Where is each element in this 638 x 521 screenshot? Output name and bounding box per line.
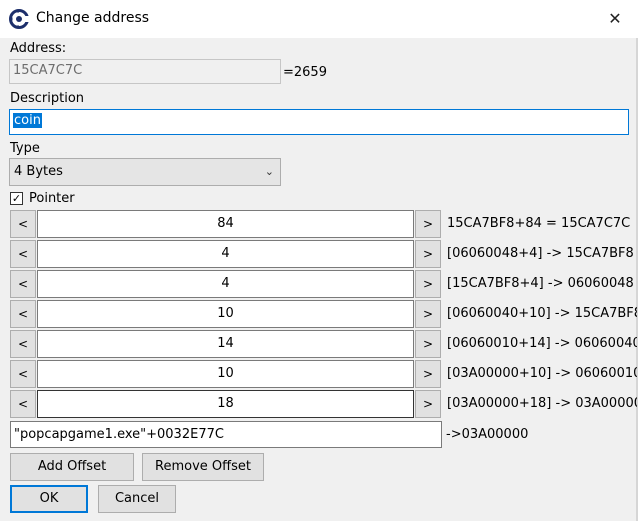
offset-decrease-button[interactable]: < bbox=[10, 330, 36, 358]
offset-field[interactable]: 18 bbox=[37, 390, 414, 418]
offset-decrease-button[interactable]: < bbox=[10, 240, 36, 268]
offset-decrease-button[interactable]: < bbox=[10, 300, 36, 328]
ok-button[interactable]: OK bbox=[10, 485, 88, 513]
offset-result: [06060040+10] -> 15CA7BF8 bbox=[447, 306, 637, 321]
checkmark-icon: ✓ bbox=[11, 192, 22, 205]
offset-field[interactable]: 4 bbox=[37, 240, 414, 268]
offset-increase-button[interactable]: > bbox=[415, 240, 441, 268]
window-title: Change address bbox=[36, 10, 150, 26]
offset-decrease-button[interactable]: < bbox=[10, 390, 36, 418]
offset-decrease-button[interactable]: < bbox=[10, 210, 36, 238]
offset-result: 15CA7BF8+84 = 15CA7C7C bbox=[447, 216, 631, 231]
close-button[interactable]: ✕ bbox=[597, 6, 633, 32]
pointer-checkbox[interactable]: ✓ bbox=[10, 192, 23, 205]
base-address-field[interactable]: "popcapgame1.exe"+0032E77C bbox=[10, 421, 442, 448]
offset-field[interactable]: 10 bbox=[37, 300, 414, 328]
offset-result: [06060048+4] -> 15CA7BF8 bbox=[447, 246, 634, 261]
cheat-engine-icon bbox=[9, 9, 29, 29]
pointer-label[interactable]: Pointer bbox=[29, 191, 75, 206]
address-label: Address: bbox=[10, 41, 67, 56]
offset-increase-button[interactable]: > bbox=[415, 270, 441, 298]
offset-field[interactable]: 4 bbox=[37, 270, 414, 298]
offset-increase-button[interactable]: > bbox=[415, 210, 441, 238]
cancel-button[interactable]: Cancel bbox=[98, 485, 176, 513]
offset-decrease-button[interactable]: < bbox=[10, 360, 36, 388]
offset-result: [03A00000+18] -> 03A00000 bbox=[447, 396, 637, 411]
offset-field[interactable]: 14 bbox=[37, 330, 414, 358]
base-address-result: ->03A00000 bbox=[446, 427, 529, 442]
type-label: Type bbox=[10, 141, 40, 156]
offset-result: [06060010+14] -> 06060040 bbox=[447, 336, 637, 351]
type-selected: 4 Bytes bbox=[14, 164, 63, 179]
description-field[interactable]: coin bbox=[9, 109, 629, 135]
offset-decrease-button[interactable]: < bbox=[10, 270, 36, 298]
offset-result: [15CA7BF8+4] -> 06060048 bbox=[447, 276, 634, 291]
type-dropdown[interactable]: 4 Bytes ⌄ bbox=[9, 158, 281, 186]
offset-field[interactable]: 84 bbox=[37, 210, 414, 238]
remove-offset-button[interactable]: Remove Offset bbox=[142, 453, 264, 481]
description-value: coin bbox=[13, 113, 42, 128]
address-field[interactable]: 15CA7C7C bbox=[9, 59, 281, 84]
address-decimal: =2659 bbox=[283, 65, 327, 80]
offset-field[interactable]: 10 bbox=[37, 360, 414, 388]
add-offset-button[interactable]: Add Offset bbox=[10, 453, 134, 481]
offset-increase-button[interactable]: > bbox=[415, 360, 441, 388]
close-icon: ✕ bbox=[608, 9, 622, 28]
chevron-down-icon: ⌄ bbox=[264, 165, 274, 178]
offset-result: [03A00000+10] -> 06060010 bbox=[447, 366, 637, 381]
offset-increase-button[interactable]: > bbox=[415, 390, 441, 418]
offset-increase-button[interactable]: > bbox=[415, 300, 441, 328]
offset-increase-button[interactable]: > bbox=[415, 330, 441, 358]
description-label: Description bbox=[10, 91, 85, 106]
